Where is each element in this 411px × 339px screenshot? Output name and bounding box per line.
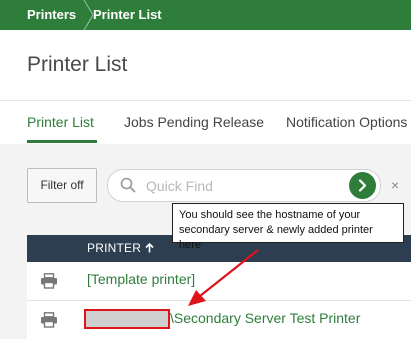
printer-link[interactable]: \Secondary Server Test Printer (170, 310, 360, 326)
printer-link[interactable]: [Template printer] (87, 271, 195, 287)
search-go-button[interactable] (349, 172, 376, 199)
tab-notification-options[interactable]: Notification Options (286, 114, 407, 130)
breadcrumb: Printers Printer List (0, 0, 411, 30)
filter-off-button[interactable]: Filter off (27, 168, 97, 203)
close-icon[interactable]: × (391, 177, 399, 193)
table-row: [Template printer] (27, 262, 411, 300)
printer-icon[interactable] (40, 273, 58, 289)
tab-jobs-pending-release[interactable]: Jobs Pending Release (124, 114, 264, 130)
redacted-hostname-box (84, 309, 170, 329)
quick-find-input[interactable] (144, 174, 338, 198)
breadcrumb-printer-list[interactable]: Printer List (93, 7, 162, 22)
search-icon (120, 177, 136, 193)
chevron-right-icon (358, 179, 367, 192)
annotation-callout: You should see the hostname of your seco… (172, 203, 404, 251)
table-row: \Secondary Server Test Printer (27, 301, 411, 339)
column-header-printer[interactable]: PRINTER (87, 241, 154, 255)
tab-bar: Printer List Jobs Pending Release Notifi… (0, 100, 411, 145)
page-title: Printer List (27, 53, 128, 76)
breadcrumb-printers[interactable]: Printers (27, 7, 76, 22)
arrow-up-icon (145, 242, 154, 253)
printer-icon[interactable] (40, 312, 58, 328)
column-header-printer-label: PRINTER (87, 241, 142, 255)
active-tab-indicator (27, 140, 97, 143)
tab-printer-list[interactable]: Printer List (27, 114, 94, 130)
quick-find-search (107, 169, 381, 202)
